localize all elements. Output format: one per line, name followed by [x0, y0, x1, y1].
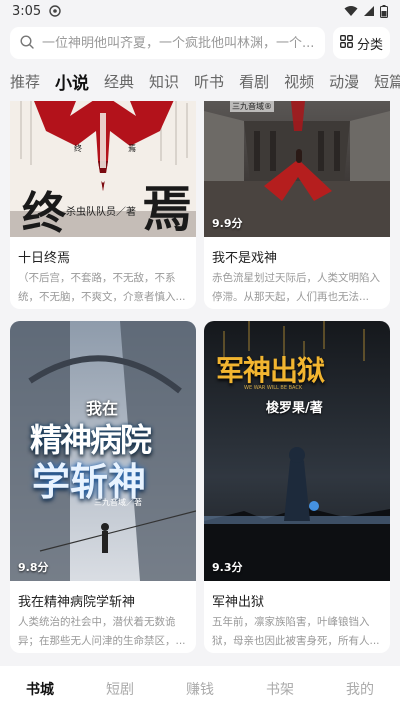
- nav-mine[interactable]: 我的: [346, 679, 374, 699]
- cover-big-char-right: 焉: [142, 179, 192, 237]
- book-grid: 终 焉 终 焉 杀虫队队员／著 十日终焉 （不后宫，不套路，不无敌，不系统，不无…: [10, 101, 390, 659]
- bottom-nav: 书城 短剧 赚钱 书架 我的: [0, 666, 400, 712]
- nav-bookstore[interactable]: 书城: [26, 679, 54, 699]
- nav-earn[interactable]: 赚钱: [186, 679, 214, 699]
- signal-icon: [363, 5, 375, 17]
- book-card[interactable]: 终 焉 终 焉 杀虫队队员／著 十日终焉 （不后宫，不套路，不无敌，不系统，不无…: [10, 101, 196, 309]
- status-bar: 3:05: [0, 0, 400, 22]
- book-score: 9.9分: [212, 217, 243, 230]
- search-icon: [20, 34, 34, 53]
- nav-bookshelf[interactable]: 书架: [266, 679, 294, 699]
- cover-title: 军神出狱: [216, 354, 325, 387]
- book-title: 我在精神病院学斩神: [18, 595, 136, 609]
- book-cover[interactable]: 三九音域® 9.9分: [204, 101, 390, 237]
- book-title: 十日终焉: [18, 251, 71, 265]
- category-button[interactable]: 分类: [333, 27, 390, 59]
- tab-recommend[interactable]: 推荐: [10, 71, 40, 92]
- book-title: 我不是戏神: [212, 251, 278, 265]
- battery-icon: [380, 4, 388, 18]
- book-card[interactable]: 我在 精神病院 学斩神 三九音域／著 9.8分 我在精神病院学斩神 人类统治的社…: [10, 321, 196, 653]
- nav-short-drama[interactable]: 短剧: [106, 679, 134, 699]
- category-label: 分类: [356, 37, 383, 53]
- book-description: 赤色流星划过天际后，人类文明陷入停滞。从那天起，人们再也无法...: [212, 272, 380, 303]
- cover-logo: 三九音域／著: [94, 498, 142, 507]
- tab-classic[interactable]: 经典: [104, 71, 134, 92]
- tab-anime[interactable]: 动漫: [329, 71, 359, 92]
- grid-icon: [340, 34, 353, 52]
- tab-short[interactable]: 短篇: [374, 71, 400, 92]
- book-description: （不后宫，不套路，不无敌，不系统，不无脑，不爽文，介意者慎入...: [18, 272, 186, 303]
- cover-subtitle: WE WAR WILL BE BACK: [244, 385, 303, 391]
- book-cover[interactable]: 我在 精神病院 学斩神 三九音域／著 9.8分: [10, 321, 196, 581]
- wifi-icon: [344, 5, 358, 17]
- category-tabs: 推荐 小说 经典 知识 听书 看剧 视频 动漫 短篇: [0, 68, 400, 94]
- tab-novel[interactable]: 小说: [55, 69, 89, 94]
- cover-big-char-left: 终: [22, 188, 66, 237]
- tab-audiobook[interactable]: 听书: [194, 71, 224, 92]
- book-card[interactable]: 三九音域® 9.9分 我不是戏神 赤色流星划过天际后，人类文明陷入停滞。从那天起…: [204, 101, 390, 309]
- book-description: 五年前，凛家族陷害，叶峰锒铛入狱，母亲也因此被害身死，所有人...: [212, 616, 380, 647]
- cover-logo: 三九音域®: [230, 101, 274, 112]
- cover-author-line: 杀虫队队员／著: [66, 207, 136, 218]
- tab-drama[interactable]: 看剧: [239, 71, 269, 92]
- book-score: 9.8分: [18, 561, 49, 574]
- status-time: 3:05: [12, 3, 42, 19]
- tab-video[interactable]: 视频: [284, 71, 314, 92]
- book-cover[interactable]: 军神出狱 WE WAR WILL BE BACK 梭罗果/著 9.3分: [204, 321, 390, 581]
- search-box[interactable]: [10, 27, 325, 59]
- cover-author: 梭罗果/著: [266, 401, 323, 416]
- book-cover[interactable]: 终 焉 终 焉 杀虫队队员／著: [10, 101, 196, 237]
- cover-small-char-left: 终: [74, 144, 82, 153]
- book-score: 9.3分: [212, 561, 243, 574]
- book-description: 人类统治的社会中，潜伏着无数诡异；在那些无人问津的生命禁区，...: [18, 616, 186, 647]
- book-card[interactable]: 军神出狱 WE WAR WILL BE BACK 梭罗果/著 9.3分 军神出狱…: [204, 321, 390, 653]
- book-title: 军神出狱: [212, 595, 265, 609]
- search-input[interactable]: [42, 35, 315, 51]
- cover-small-char-right: 焉: [128, 144, 136, 153]
- search-row: 分类: [10, 27, 390, 59]
- tab-knowledge[interactable]: 知识: [149, 71, 179, 92]
- notification-icon: [49, 5, 61, 17]
